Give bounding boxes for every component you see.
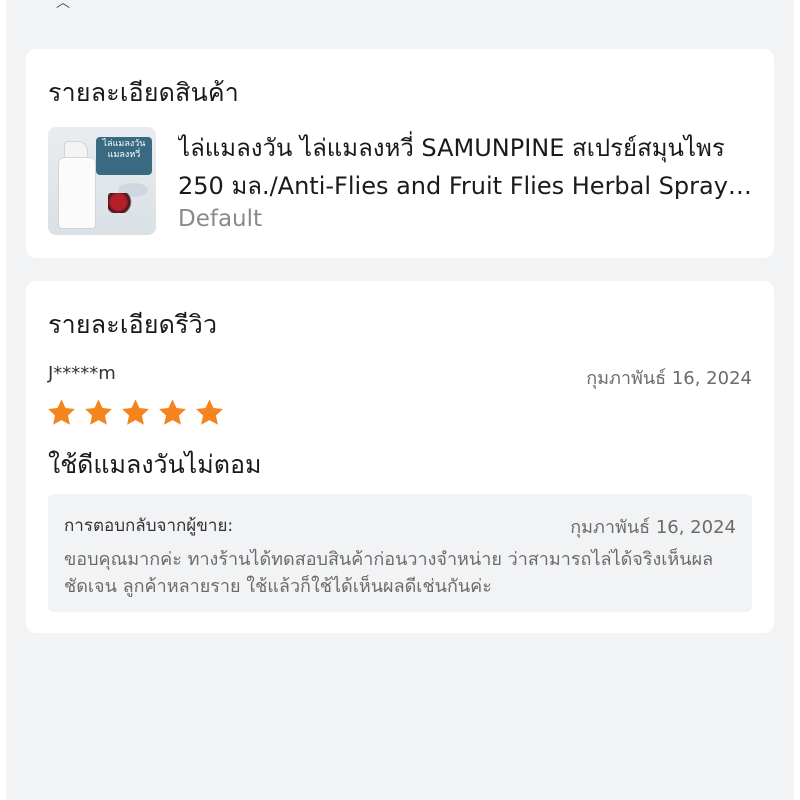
review-date: กุมภาพันธ์ 16, 2024 xyxy=(586,368,752,389)
seller-reply-label: การตอบกลับจากผู้ขาย: xyxy=(64,516,234,536)
seller-reply-date: กุมภาพันธ์ 16, 2024 xyxy=(570,517,736,538)
product-details-card: รายละเอียดสินค้า ไล่แมลงวัน แมลงหวี่ ไล่… xyxy=(26,49,774,258)
star-icon xyxy=(46,397,77,428)
fly-icon xyxy=(108,193,134,213)
spray-bottle-icon xyxy=(58,157,96,229)
seller-reply-text: ขอบคุณมากค่ะ ทางร้านได้ทดสอบสินค้าก่อนวา… xyxy=(64,549,714,597)
product-thumbnail[interactable]: ไล่แมลงวัน แมลงหวี่ xyxy=(48,127,156,235)
chevron-icon: ︿ xyxy=(56,0,70,11)
product-section-title: รายละเอียดสินค้า xyxy=(48,78,240,107)
review-detail-screen: ︿ รายละเอียดสินค้า ไล่แมลงวัน แมลงหวี่ ไ… xyxy=(6,0,794,800)
product-name[interactable]: ไล่แมลงวัน ไล่แมลงหวี่ SAMUNPINE สเปรย์ส… xyxy=(178,129,758,205)
review-details-card: รายละเอียดรีวิว J*****m กุมภาพันธ์ 16, 2… xyxy=(26,281,774,633)
reviewer-name: J*****m xyxy=(48,363,116,384)
star-icon xyxy=(194,397,225,428)
star-icon xyxy=(120,397,151,428)
review-section-title: รายละเอียดรีวิว xyxy=(48,310,218,339)
seller-reply-box: การตอบกลับจากผู้ขาย: กุมภาพันธ์ 16, 2024… xyxy=(48,494,752,612)
product-variant: Default xyxy=(178,206,263,232)
star-rating xyxy=(46,397,225,428)
review-text: ใช้ดีแมลงวันไม่ตอม xyxy=(48,450,262,479)
star-icon xyxy=(83,397,114,428)
thumbnail-banner: ไล่แมลงวัน แมลงหวี่ xyxy=(96,137,152,175)
star-icon xyxy=(157,397,188,428)
